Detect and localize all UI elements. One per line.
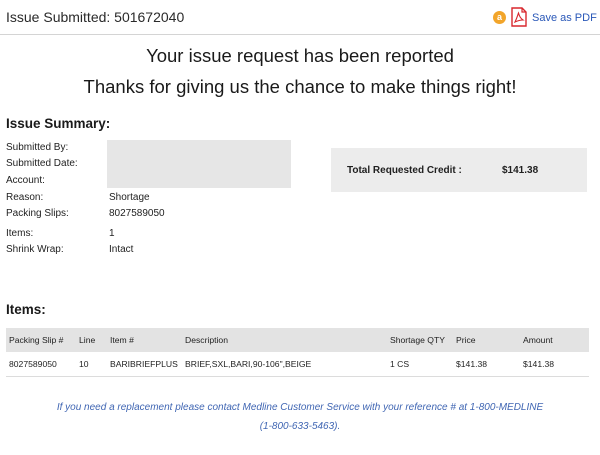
column-header-price: Price	[456, 335, 476, 345]
packing-slips-value: 8027589050	[109, 208, 165, 219]
issue-submitted-title: Issue Submitted: 501672040	[6, 9, 185, 25]
table-header-row: Packing Slip # Line Item # Description S…	[6, 328, 589, 352]
column-header-packing-slip: Packing Slip #	[9, 335, 64, 345]
customer-service-line2: (1-800-633-5463).	[259, 421, 341, 432]
headline-reported: Your issue request has been reported	[146, 45, 454, 66]
cell-shortage-qty: 1 CS	[390, 359, 410, 369]
account-label: Account:	[6, 175, 45, 186]
submitted-date-label: Submitted Date:	[6, 158, 78, 169]
column-header-shortage-qty: Shortage QTY	[390, 335, 445, 345]
pdf-icon[interactable]	[511, 7, 527, 27]
redacted-submitter-info	[107, 140, 291, 188]
save-as-pdf-link[interactable]: Save as PDF	[532, 12, 597, 24]
cell-packing-slip: 8027589050	[9, 359, 57, 369]
reason-label: Reason:	[6, 192, 44, 203]
cell-amount: $141.38	[523, 359, 555, 369]
items-value: 1	[109, 228, 115, 239]
customer-service-note: If you need a replacement please contact…	[0, 398, 600, 436]
shrink-wrap-value: Intact	[109, 244, 134, 255]
cell-price: $141.38	[456, 359, 488, 369]
headline-thanks: Thanks for giving us the chance to make …	[83, 76, 517, 97]
cell-item: BARIBRIEFPLUS	[110, 359, 178, 369]
shrink-wrap-label: Shrink Wrap:	[6, 244, 64, 255]
column-header-amount: Amount	[523, 335, 553, 345]
customer-service-line1: If you need a replacement please contact…	[56, 402, 544, 413]
packing-slips-label: Packing Slips:	[6, 208, 69, 219]
column-header-item: Item #	[110, 335, 134, 345]
submitted-by-label: Submitted By:	[6, 142, 69, 153]
column-header-description: Description	[185, 335, 228, 345]
reason-value: Shortage	[109, 192, 150, 203]
total-credit-value: $141.38	[502, 165, 539, 176]
cell-description: BRIEF,SXL,BARI,90-106",BEIGE	[185, 359, 312, 369]
cell-line: 10	[79, 359, 89, 369]
column-header-line: Line	[79, 335, 96, 345]
total-credit-label: Total Requested Credit :	[347, 165, 462, 176]
items-table: Packing Slip # Line Item # Description S…	[6, 328, 589, 377]
items-label: Items:	[6, 228, 34, 239]
notification-badge-icon[interactable]: a	[493, 11, 506, 24]
table-row: 8027589050 10 BARIBRIEFPLUS BRIEF,SXL,BA…	[6, 352, 589, 377]
items-heading: Items:	[6, 302, 46, 317]
total-credit-box: Total Requested Credit : $141.38	[331, 148, 587, 192]
top-bar: Issue Submitted: 501672040 a Save as PDF	[0, 0, 600, 35]
issue-summary-heading: Issue Summary:	[6, 116, 111, 131]
